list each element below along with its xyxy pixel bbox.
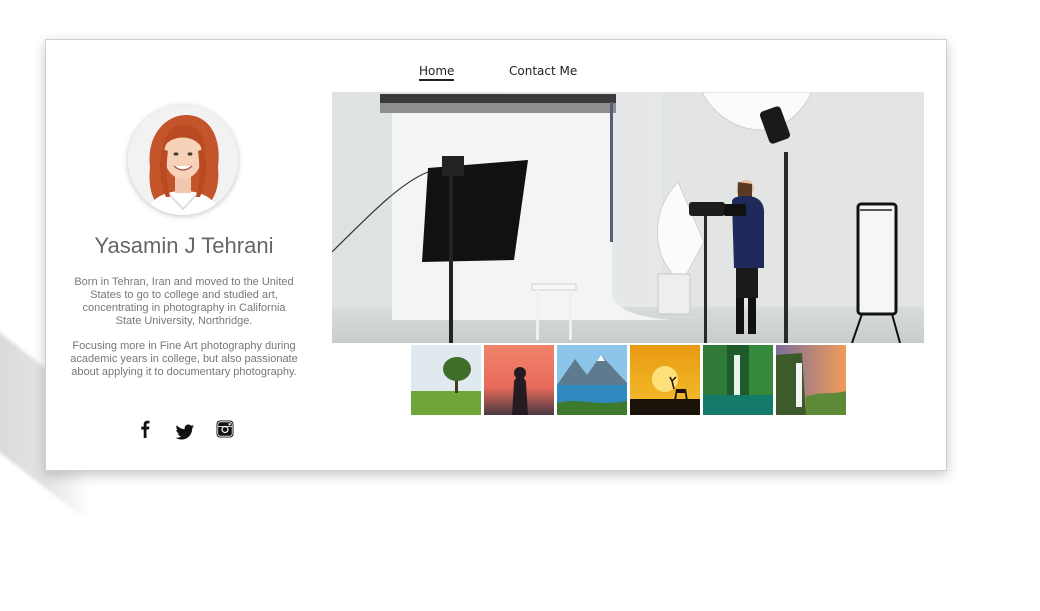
deer-sunset-thumbnail xyxy=(630,345,700,415)
mountain-lake-thumbnail xyxy=(557,345,627,415)
instagram-icon[interactable] xyxy=(214,418,236,440)
bio-paragraph-1: Born in Tehran, Iran and moved to the Un… xyxy=(74,276,294,327)
gallery-thumbnail[interactable] xyxy=(411,345,481,415)
tree-field-thumbnail xyxy=(411,345,481,415)
photo-studio-image xyxy=(332,92,924,343)
gallery-thumbnail[interactable] xyxy=(776,345,846,415)
facebook-icon[interactable] xyxy=(134,418,156,440)
gallery-thumbnail[interactable] xyxy=(484,345,554,415)
nav-home-link[interactable]: Home xyxy=(419,64,455,81)
gallery-thumbnail[interactable] xyxy=(557,345,627,415)
cliff-waterfall-thumbnail xyxy=(776,345,846,415)
gallery-thumbnail[interactable] xyxy=(703,345,773,415)
avatar xyxy=(128,105,238,215)
profile-name: Yasamin J Tehrani xyxy=(94,233,274,258)
hero-image xyxy=(332,92,924,343)
avatar-portrait-image xyxy=(128,105,238,215)
bio-paragraph-2: Focusing more in Fine Art photography du… xyxy=(70,340,298,378)
gallery-thumbnail[interactable] xyxy=(630,345,700,415)
website-mockup-card: Home Contact Me Yasamin J Tehrani Born i… xyxy=(45,39,947,471)
waterfall-forest-thumbnail xyxy=(703,345,773,415)
twitter-icon[interactable] xyxy=(174,421,196,443)
page-stage: Home Contact Me Yasamin J Tehrani Born i… xyxy=(0,0,1040,611)
nav-contact-link[interactable]: Contact Me xyxy=(509,64,577,78)
social-links xyxy=(134,418,244,442)
silhouette-sunset-thumbnail xyxy=(484,345,554,415)
